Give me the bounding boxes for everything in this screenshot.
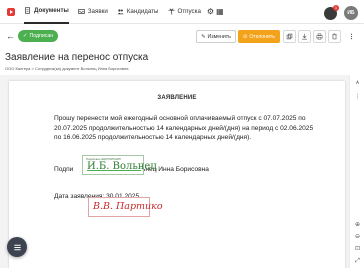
download-icon [302, 33, 307, 40]
nav-item-candidates[interactable]: Кандидаты [117, 0, 159, 24]
stamp-underline [87, 170, 141, 171]
signature-line-prefix: Подпи [54, 166, 74, 173]
download-button[interactable] [298, 30, 311, 43]
inbox-icon [78, 9, 85, 14]
settings-gear-icon[interactable]: ⚙ [207, 7, 214, 16]
avatar[interactable]: ИБ [344, 6, 358, 20]
print-button[interactable] [313, 30, 326, 43]
menu-fab-button[interactable] [7, 237, 27, 257]
menu-icon [13, 244, 21, 250]
nav-item-label: Кандидаты [126, 8, 159, 15]
check-icon: ✓ [22, 33, 28, 39]
trash-button[interactable] [328, 30, 341, 43]
handwritten-signature[interactable]: В.В. Партико [88, 197, 163, 217]
app-logo-icon[interactable] [7, 7, 15, 16]
breadcrumb: ООО Калгера > Сотрудник(ка) документ Вол… [5, 66, 129, 71]
signed-status-button[interactable]: ✓ Подписан [18, 30, 58, 42]
nav-item-label: Отпуска [177, 8, 201, 15]
nav-item-requests[interactable]: Заявки [78, 0, 108, 24]
grid-menu-icon[interactable]: ▦ [216, 7, 224, 16]
nav-item-vacations[interactable]: Отпуска [167, 0, 201, 24]
printer-icon [316, 33, 323, 40]
notifications-button[interactable]: 1 [324, 5, 339, 20]
top-navigation: Документы Заявки Кандидаты Отпуска ⚙ ▦ 1… [0, 0, 364, 24]
back-arrow-icon[interactable]: ← [6, 32, 15, 41]
reject-label: Отклонить [249, 33, 275, 40]
signed-status-label: Подписан [29, 33, 54, 39]
palm-icon [167, 8, 175, 15]
right-tool-rail: ᴀ ⋮ ⊕ ⊖ ⊡ ⤢ [349, 75, 364, 268]
nav-item-documents[interactable]: Документы [24, 0, 69, 24]
document-heading: ЗАЯВЛЕНИЕ [157, 95, 197, 101]
edit-label: Изменить [207, 33, 231, 40]
electronic-signature-stamp[interactable]: Подписано ЭЦП/ПЭП/НЭП И.Б. Вольнец [82, 155, 157, 175]
fit-page-icon[interactable]: ⊡ [353, 245, 362, 254]
more-vertical-icon[interactable]: ⋮ [353, 93, 362, 102]
reject-icon: ⊘ [243, 33, 248, 40]
fullscreen-icon[interactable]: ⤢ [353, 257, 362, 266]
document-page: ЗАЯВЛЕНИЕ Прошу перенести мой ежегодный … [9, 81, 345, 268]
handwritten-signature-text: В.В. Партико [93, 201, 163, 212]
nav-item-label: Заявки [87, 8, 108, 15]
document-body-text: Прошу перенести мой ежегодный основной о… [54, 115, 314, 142]
trash-icon [332, 33, 337, 40]
people-icon [117, 9, 124, 15]
more-vertical-icon [350, 33, 353, 40]
copy-button[interactable] [283, 30, 296, 43]
document-icon [25, 7, 30, 14]
zoom-out-icon[interactable]: ⊖ [353, 233, 362, 242]
translate-icon[interactable]: ᴀ [353, 79, 362, 88]
pencil-icon: ✎ [201, 33, 206, 40]
copy-icon [286, 33, 293, 40]
page-title: Заявление на перенос отпуска [5, 52, 149, 63]
more-menu-button[interactable] [345, 30, 358, 43]
notification-count-badge: 1 [333, 5, 339, 11]
zoom-in-icon[interactable]: ⊕ [353, 221, 362, 230]
edit-button[interactable]: ✎ Изменить [196, 30, 236, 43]
document-toolbar: ← ✓ Подписан ✎ Изменить ⊘ Отклонить [0, 28, 364, 46]
reject-button[interactable]: ⊘ Отклонить [238, 30, 280, 43]
nav-item-label: Документы [34, 7, 69, 14]
